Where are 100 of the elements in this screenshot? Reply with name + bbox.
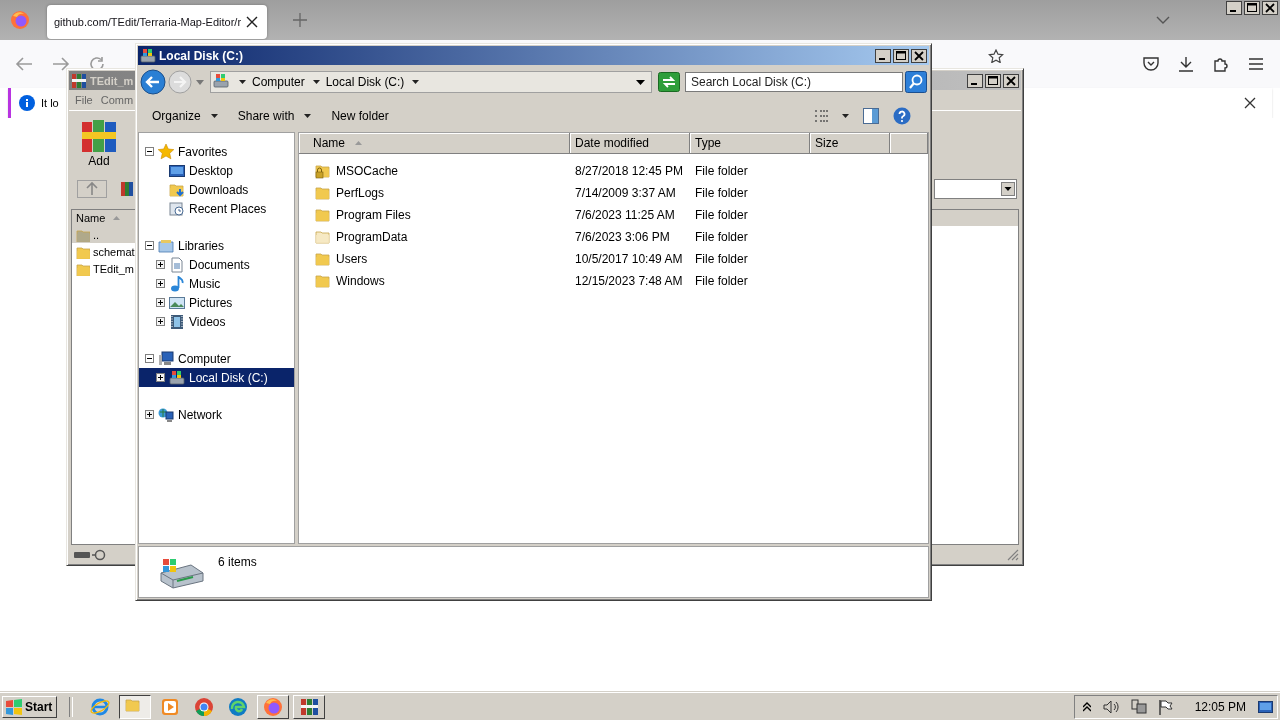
column-header[interactable]: Type [690,133,810,154]
menu-item[interactable]: File [75,94,93,106]
file-type: File folder [695,186,748,200]
menu-item[interactable]: Comm [100,94,134,106]
close-button[interactable] [911,48,927,63]
recent-places-icon [169,200,185,217]
maximize-button[interactable] [1244,1,1260,15]
edge-icon[interactable] [228,696,249,717]
computer-icon [158,350,174,367]
tree-item[interactable]: Documents [139,255,294,274]
file-row[interactable]: Program Files 7/6/2023 11:25 AM File folder [299,204,928,226]
toolbar-button[interactable]: Organize [144,105,226,126]
expand-icon[interactable] [145,410,154,419]
file-row[interactable]: TEdit_m [72,260,136,277]
toolbar-button[interactable]: Share with [229,105,320,126]
notification-text: It lo [41,97,59,109]
taskbar-button[interactable] [119,694,152,719]
tree-item[interactable]: Local Disk (C:) [139,368,294,387]
file-type: File folder [695,252,748,266]
minimize-button[interactable] [1226,1,1242,15]
resize-grip-icon [1007,548,1019,561]
drive-icon [213,73,231,91]
column-header[interactable]: Name [299,133,570,154]
address-bar[interactable]: Computer Local Disk (C:) [210,71,652,93]
preview-pane-icon[interactable] [863,107,879,124]
drive-icon [169,369,185,386]
folder-icon [76,244,90,259]
menu-icon[interactable] [1248,57,1264,71]
tree-item[interactable]: Libraries [139,236,294,255]
file-type: File folder [695,208,748,222]
breadcrumb-item[interactable]: Local Disk (C:) [325,75,405,89]
collapse-icon[interactable] [145,354,154,363]
tree-item[interactable]: Recent Places [139,199,294,218]
start-button[interactable]: Start [2,695,58,718]
collapse-icon[interactable] [145,147,154,156]
extensions-icon[interactable] [1213,56,1229,72]
forward-icon[interactable] [52,56,70,72]
caret-icon[interactable] [412,80,420,84]
tree-item[interactable]: Downloads [139,180,294,199]
column-header[interactable]: Size [810,133,890,154]
tree-item[interactable]: Desktop [139,161,294,180]
file-name: TEdit_m [93,262,134,275]
speaker-icon[interactable] [1102,699,1119,714]
network-icon[interactable] [1130,698,1147,715]
chrome-icon[interactable] [194,696,215,717]
expand-icon[interactable] [156,317,165,326]
back-icon[interactable] [15,56,33,72]
toolbar-button[interactable]: New folder [323,105,397,126]
tree-item[interactable]: Computer [139,349,294,368]
show-desktop-icon[interactable] [1258,700,1273,713]
close-button[interactable] [1262,1,1278,15]
tree-item[interactable]: Network [139,405,294,424]
file-row[interactable]: .. [72,226,136,243]
breadcrumb-item[interactable]: Computer [252,75,305,89]
show-hidden-icons[interactable] [1082,701,1091,712]
date-modified: 7/6/2023 11:25 AM [575,208,675,222]
download-icon[interactable] [1178,56,1194,72]
refresh-button[interactable] [658,72,680,92]
collapse-icon[interactable] [145,241,154,250]
browser-tab[interactable]: github.com/TEdit/Terraria-Map-Editor/r [47,5,267,39]
flag-icon[interactable] [1158,698,1173,715]
tree-item[interactable]: Pictures [139,293,294,312]
path-dropdown[interactable] [934,179,1017,199]
drive-key-icon [73,548,107,561]
file-row[interactable]: Users 10/5/2017 10:49 AM File folder [299,248,928,270]
dropdown-arrow-icon[interactable] [636,79,645,85]
file-row[interactable]: schemat [72,243,136,260]
tab-list-icon[interactable] [1156,16,1170,24]
column-header[interactable]: Date modified [570,133,690,154]
file-row[interactable]: PerfLogs 7/14/2009 3:37 AM File folder [299,182,928,204]
caret-icon[interactable] [312,80,320,84]
expand-icon[interactable] [156,373,165,382]
network-icon [158,406,174,423]
folder-icon [76,261,90,276]
close-icon[interactable] [246,16,258,28]
tree-item[interactable]: Music [139,274,294,293]
tree-item[interactable]: Videos [139,312,294,331]
pocket-icon[interactable] [1143,56,1159,72]
expand-icon[interactable] [156,260,165,269]
desktop-icon [169,162,185,179]
tree-item[interactable]: Favorites [139,142,294,161]
recent-pages-icon[interactable] [196,79,204,85]
caret-icon[interactable] [239,80,246,84]
clock[interactable]: 12:05 PM [1194,699,1246,714]
view-options-icon[interactable] [814,108,830,123]
expand-icon[interactable] [156,279,165,288]
help-icon[interactable] [893,106,911,125]
file-row[interactable]: MSOCache 8/27/2018 12:45 PM File folder [299,160,928,182]
bookmark-star-icon[interactable] [988,49,1004,63]
search-button[interactable] [905,71,927,93]
search-field[interactable]: Search Local Disk (C:) [685,72,903,92]
minimize-button[interactable] [875,48,891,63]
column-header[interactable] [890,133,928,154]
close-icon[interactable] [1244,97,1256,109]
toolbar-button[interactable]: Add [73,115,125,170]
file-row[interactable]: Windows 12/15/2023 7:48 AM File folder [299,270,928,292]
expand-icon[interactable] [156,298,165,307]
back-button[interactable] [140,69,166,95]
maximize-button[interactable] [893,48,909,63]
file-row[interactable]: ProgramData 7/6/2023 3:06 PM File folder [299,226,928,248]
